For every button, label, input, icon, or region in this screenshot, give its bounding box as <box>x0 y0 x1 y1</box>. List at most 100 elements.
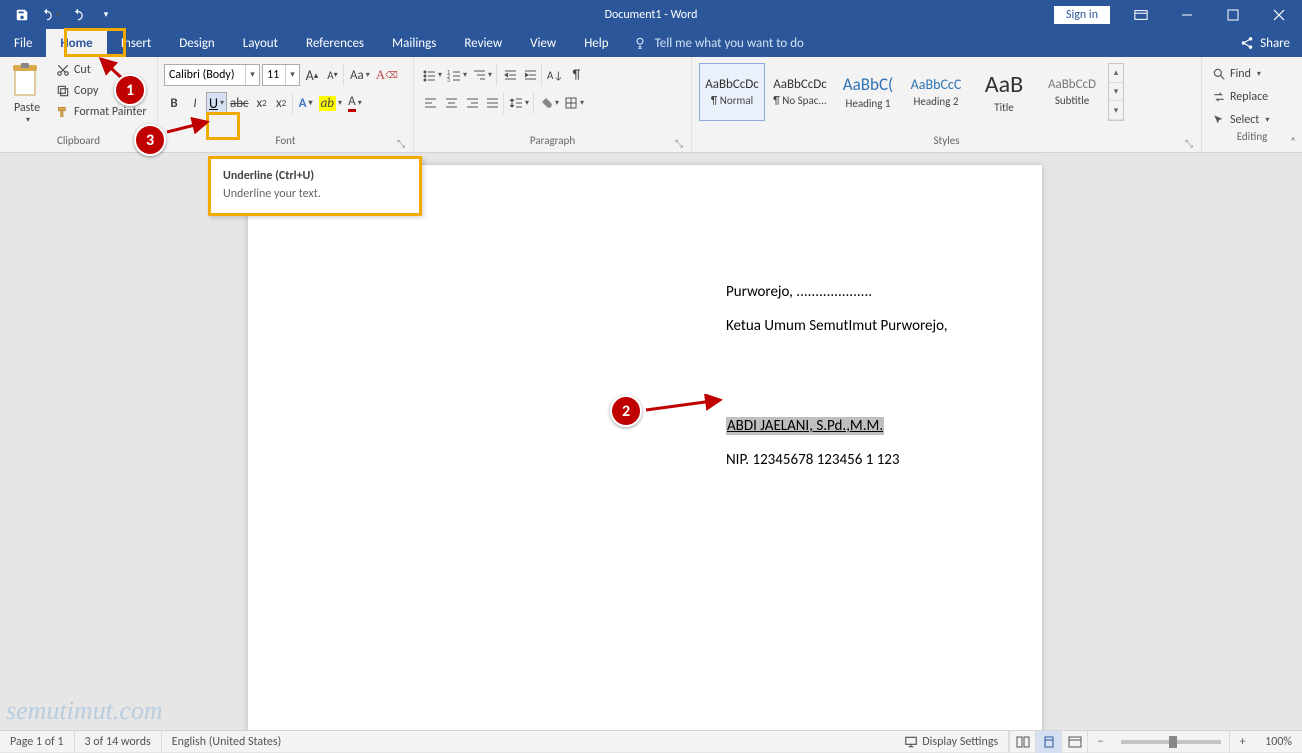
replace-button[interactable]: Replace <box>1208 86 1296 107</box>
style-title[interactable]: AaBTitle <box>971 63 1037 121</box>
style-heading-2[interactable]: AaBbCcCHeading 2 <box>903 63 969 121</box>
show-hide-button[interactable]: ¶ <box>566 64 586 86</box>
tab-view[interactable]: View <box>516 29 570 57</box>
align-right-button[interactable] <box>462 92 482 114</box>
sort-button[interactable]: A↓ <box>545 64 565 86</box>
status-page[interactable]: Page 1 of 1 <box>0 731 75 752</box>
ribbon-display-icon[interactable] <box>1118 0 1164 29</box>
copy-label: Copy <box>74 84 98 98</box>
justify-button[interactable] <box>483 92 504 114</box>
grow-font-button[interactable]: A▴ <box>302 64 322 86</box>
select-button[interactable]: Select▾ <box>1208 109 1296 130</box>
align-left-button[interactable] <box>420 92 440 114</box>
font-name-combo[interactable]: ▾ <box>164 64 260 86</box>
zoom-in-button[interactable]: + <box>1229 731 1255 753</box>
font-dialog-launcher[interactable]: ⤡ <box>397 137 409 149</box>
close-icon[interactable] <box>1256 0 1302 29</box>
share-button[interactable]: Share <box>1240 36 1290 51</box>
callout-3-number: 3 <box>134 124 166 156</box>
doc-selected-name[interactable]: ABDI JAELANI, S.Pd.,M.M. <box>726 417 884 435</box>
zoom-level[interactable]: 100% <box>1255 731 1302 752</box>
cut-label: Cut <box>74 63 91 77</box>
maximize-icon[interactable] <box>1210 0 1256 29</box>
shrink-font-button[interactable]: A▾ <box>324 64 344 86</box>
underline-tooltip: Underline (Ctrl+U) Underline your text. <box>208 156 422 216</box>
tell-me-placeholder: Tell me what you want to do <box>655 36 804 51</box>
font-name-input[interactable] <box>165 68 245 82</box>
paste-button[interactable]: Paste ▾ <box>6 59 48 125</box>
paste-icon <box>11 63 43 101</box>
minimize-icon[interactable] <box>1164 0 1210 29</box>
borders-button[interactable]: ▾ <box>562 92 586 114</box>
styles-more-button[interactable]: ▴▾▾ <box>1108 63 1124 121</box>
line-spacing-button[interactable]: ▾ <box>507 92 534 114</box>
align-center-icon <box>444 96 458 110</box>
highlight-button[interactable]: ab▾ <box>317 92 344 114</box>
tab-insert[interactable]: Insert <box>107 29 166 57</box>
tab-mailings[interactable]: Mailings <box>378 29 450 57</box>
tab-file[interactable]: File <box>0 29 46 57</box>
paragraph-dialog-launcher[interactable]: ⤡ <box>675 137 687 149</box>
print-layout-button[interactable] <box>1035 731 1061 753</box>
style---no-spac---[interactable]: AaBbCcDc¶ No Spac... <box>767 63 833 121</box>
undo-icon[interactable]: ▾ <box>38 3 62 27</box>
status-words[interactable]: 3 of 14 words <box>75 731 162 752</box>
select-label: Select <box>1230 113 1259 127</box>
paragraph-group-label: Paragraph <box>420 134 685 152</box>
window-title: Document1 - Word <box>605 8 698 22</box>
change-case-button[interactable]: Aa▾ <box>348 64 372 86</box>
increase-indent-button[interactable] <box>521 64 542 86</box>
text-effects-button[interactable]: A▾ <box>296 92 316 114</box>
strikethrough-button[interactable]: abc <box>228 92 251 114</box>
styles-gallery[interactable]: AaBbCcDc¶ NormalAaBbCcDc¶ No Spac...AaBb… <box>698 63 1124 131</box>
qat-customize-icon[interactable]: ▾ <box>94 3 118 27</box>
share-icon <box>1240 36 1254 50</box>
read-mode-button[interactable] <box>1009 731 1035 753</box>
group-font: ▾ ▾ A▴ A▾ Aa▾ A⌫ B I U▾ abc x2 x2 A▾ ab▾… <box>158 57 414 152</box>
web-layout-button[interactable] <box>1061 731 1087 753</box>
bullets-button[interactable]: ▾ <box>420 64 444 86</box>
italic-button[interactable]: I <box>185 92 205 114</box>
style-heading-1[interactable]: AaBbC(Heading 1 <box>835 63 901 121</box>
style-subtitle[interactable]: AaBbCcDSubtitle <box>1039 63 1105 121</box>
bold-button[interactable]: B <box>164 92 184 114</box>
sign-in-button[interactable]: Sign in <box>1054 6 1110 24</box>
font-size-combo[interactable]: ▾ <box>262 64 300 86</box>
find-label: Find <box>1230 67 1251 81</box>
font-color-button[interactable]: A▾ <box>345 92 365 114</box>
document-page[interactable]: Purworejo, .................... Ketua Um… <box>248 165 1042 730</box>
subscript-button[interactable]: x2 <box>252 92 272 114</box>
document-area[interactable]: Purworejo, .................... Ketua Um… <box>0 153 1302 730</box>
paste-label: Paste <box>14 101 40 115</box>
clear-formatting-button[interactable]: A⌫ <box>374 64 400 86</box>
tab-layout[interactable]: Layout <box>229 29 292 57</box>
status-language[interactable]: English (United States) <box>162 731 292 752</box>
font-size-input[interactable] <box>263 68 285 82</box>
tab-help[interactable]: Help <box>570 29 622 57</box>
styles-group-label: Styles <box>698 134 1195 152</box>
tell-me-search[interactable]: Tell me what you want to do <box>633 36 804 51</box>
collapse-ribbon-button[interactable]: ˄ <box>1290 135 1296 148</box>
superscript-button[interactable]: x2 <box>273 92 293 114</box>
numbering-button[interactable]: 123▾ <box>445 64 469 86</box>
save-icon[interactable] <box>10 3 34 27</box>
zoom-thumb[interactable] <box>1169 736 1177 748</box>
callout-1-number: 1 <box>114 74 146 106</box>
display-settings-button[interactable]: Display Settings <box>894 731 1009 752</box>
underline-button[interactable]: U▾ <box>206 92 227 114</box>
align-center-button[interactable] <box>441 92 461 114</box>
find-button[interactable]: Find▾ <box>1208 63 1296 84</box>
zoom-slider[interactable] <box>1121 740 1221 744</box>
shading-button[interactable]: ▾ <box>537 92 561 114</box>
decrease-indent-button[interactable] <box>500 64 520 86</box>
tab-design[interactable]: Design <box>165 29 228 57</box>
multilevel-list-button[interactable]: ▾ <box>470 64 497 86</box>
display-settings-label: Display Settings <box>922 735 998 749</box>
zoom-out-button[interactable]: − <box>1087 731 1113 753</box>
styles-dialog-launcher[interactable]: ⤡ <box>1185 137 1197 149</box>
tab-references[interactable]: References <box>292 29 378 57</box>
redo-icon[interactable] <box>66 3 90 27</box>
tab-home[interactable]: Home <box>46 29 106 57</box>
style---normal[interactable]: AaBbCcDc¶ Normal <box>699 63 765 121</box>
tab-review[interactable]: Review <box>450 29 516 57</box>
